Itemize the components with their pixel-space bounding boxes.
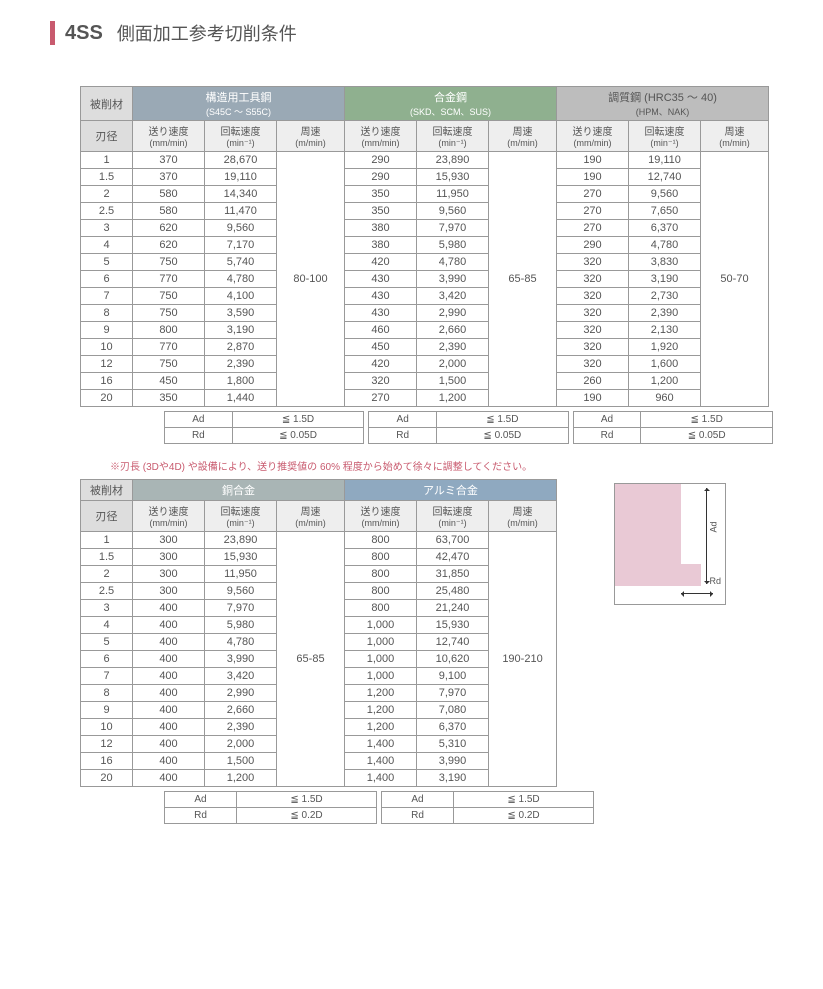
table-row: 98003,1904602,6603202,130 bbox=[81, 322, 769, 339]
mat-e: アルミ合金 bbox=[345, 480, 557, 501]
table-row: 87503,5904302,9903202,390 bbox=[81, 305, 769, 322]
mat-c: 調質鋼 (HRC35 ～ 40)(HPM、NAK) bbox=[557, 87, 769, 121]
hdr-material: 被削材 bbox=[81, 87, 133, 121]
table-row: 46207,1703805,9802904,780 bbox=[81, 237, 769, 254]
title-code: 4SS bbox=[65, 22, 103, 45]
table-row: 77504,1004303,4203202,730 bbox=[81, 288, 769, 305]
table-row: 107702,8704502,3903201,920 bbox=[81, 339, 769, 356]
table-2-wrap: 被削材 銅合金 アルミ合金 刃径 送り速度(mm/min) 回転速度(min⁻¹… bbox=[80, 479, 594, 824]
title-text: 側面加工参考切削条件 bbox=[117, 20, 297, 46]
title-accent bbox=[50, 21, 55, 45]
table-row: 36209,5603807,9702706,370 bbox=[81, 220, 769, 237]
page-title-bar: 4SS 側面加工参考切削条件 bbox=[50, 20, 773, 46]
adrd-row-2: Ad≦ 1.5DRd≦ 0.2D Ad≦ 1.5DRd≦ 0.2D bbox=[164, 791, 594, 824]
hdr-diameter: 刃径 bbox=[81, 121, 133, 152]
ad-rd-diagram: Ad Rd bbox=[614, 483, 726, 605]
table-row: 127502,3904202,0003201,600 bbox=[81, 356, 769, 373]
table-row: 164501,8003201,5002601,200 bbox=[81, 373, 769, 390]
table-row: 57505,7404204,7803203,830 bbox=[81, 254, 769, 271]
table-row: 137028,67080-10029023,89065-8519019,1105… bbox=[81, 152, 769, 169]
note-text: ※刃長 (3Dや4D) や設備により、送り推奨値の 60% 程度から始めて徐々に… bbox=[110, 458, 773, 473]
table-row: 258014,34035011,9502709,560 bbox=[81, 186, 769, 203]
table-1-wrap: 被削材 構造用工具鋼(S45C ～ S55C) 合金鋼(SKD、SCM、SUS)… bbox=[80, 86, 773, 444]
cutting-table-1: 被削材 構造用工具鋼(S45C ～ S55C) 合金鋼(SKD、SCM、SUS)… bbox=[80, 86, 769, 407]
cutting-table-2: 被削材 銅合金 アルミ合金 刃径 送り速度(mm/min) 回転速度(min⁻¹… bbox=[80, 479, 557, 787]
table-row: 67704,7804303,9903203,190 bbox=[81, 271, 769, 288]
mat-a: 構造用工具鋼(S45C ～ S55C) bbox=[133, 87, 345, 121]
table-row: 1.537019,11029015,93019012,740 bbox=[81, 169, 769, 186]
mat-d: 銅合金 bbox=[133, 480, 345, 501]
adrd-row-1: Ad≦ 1.5DRd≦ 0.05D Ad≦ 1.5DRd≦ 0.05D Ad≦ … bbox=[164, 411, 773, 444]
table-row: 2.558011,4703509,5602707,650 bbox=[81, 203, 769, 220]
table-row: 203501,4402701,200190960 bbox=[81, 390, 769, 407]
mat-b: 合金鋼(SKD、SCM、SUS) bbox=[345, 87, 557, 121]
table-row: 130023,89065-8580063,700190-210 bbox=[81, 532, 557, 549]
